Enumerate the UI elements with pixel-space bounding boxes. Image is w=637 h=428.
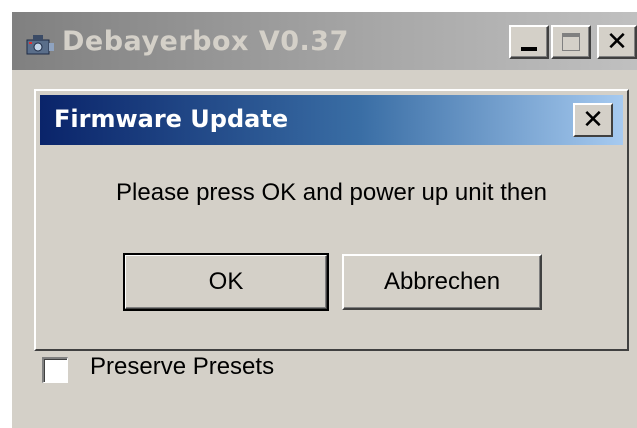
window-title: Debayerbox V0.37 — [62, 26, 349, 57]
dialog-message: Please press OK and power up unit then — [116, 179, 547, 206]
maximize-icon — [562, 33, 580, 51]
close-icon: ✕ — [606, 27, 628, 57]
dialog-title: Firmware Update — [54, 105, 289, 133]
minimize-icon — [521, 47, 537, 51]
close-icon: ✕ — [582, 105, 604, 135]
app-camera-icon — [24, 32, 56, 56]
cancel-button[interactable]: Abbrechen — [342, 254, 542, 310]
firmware-update-dialog: Firmware Update ✕ Please press OK and po… — [34, 89, 629, 351]
dialog-title-bar[interactable]: Firmware Update ✕ — [40, 95, 623, 145]
ok-button[interactable]: OK — [123, 253, 329, 311]
dialog-close-button[interactable]: ✕ — [573, 103, 613, 137]
main-title-bar[interactable]: Debayerbox V0.37 ✕ — [12, 12, 637, 70]
minimize-button[interactable] — [509, 25, 549, 59]
preserve-presets-label: Preserve Presets — [90, 353, 275, 380]
preserve-presets-checkbox[interactable] — [42, 357, 68, 383]
maximize-button[interactable] — [551, 25, 591, 59]
close-button[interactable]: ✕ — [597, 25, 637, 59]
